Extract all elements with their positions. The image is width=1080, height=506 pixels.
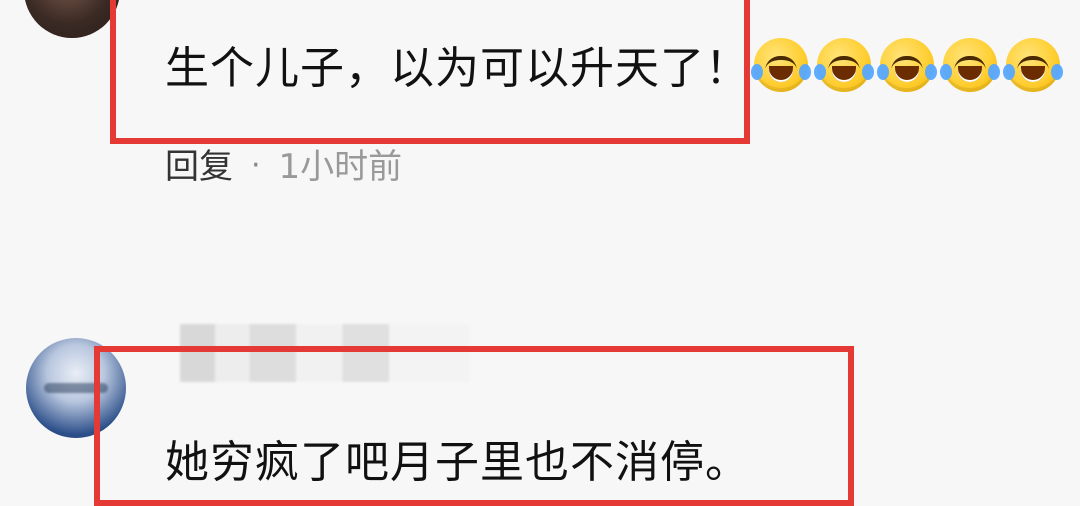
laughing-tears-emoji-icon: [1003, 38, 1063, 92]
comment-meta: 回复 · 1小时前: [165, 150, 402, 184]
emoji-row: [751, 38, 1063, 92]
meta-separator: ·: [251, 148, 261, 183]
timestamp: 1小时前: [278, 147, 403, 187]
laughing-tears-emoji-icon: [751, 38, 811, 92]
laughing-tears-emoji-icon: [814, 38, 874, 92]
comment-text: 生个儿子，以为可以升天了！: [165, 43, 750, 94]
laughing-tears-emoji-icon: [940, 38, 1000, 92]
reply-button[interactable]: 回复: [165, 150, 233, 184]
laughing-tears-emoji-icon: [877, 38, 937, 92]
comment-text: 她穷疯了吧月子里也不消停。: [165, 437, 750, 488]
avatar[interactable]: [24, 0, 120, 38]
